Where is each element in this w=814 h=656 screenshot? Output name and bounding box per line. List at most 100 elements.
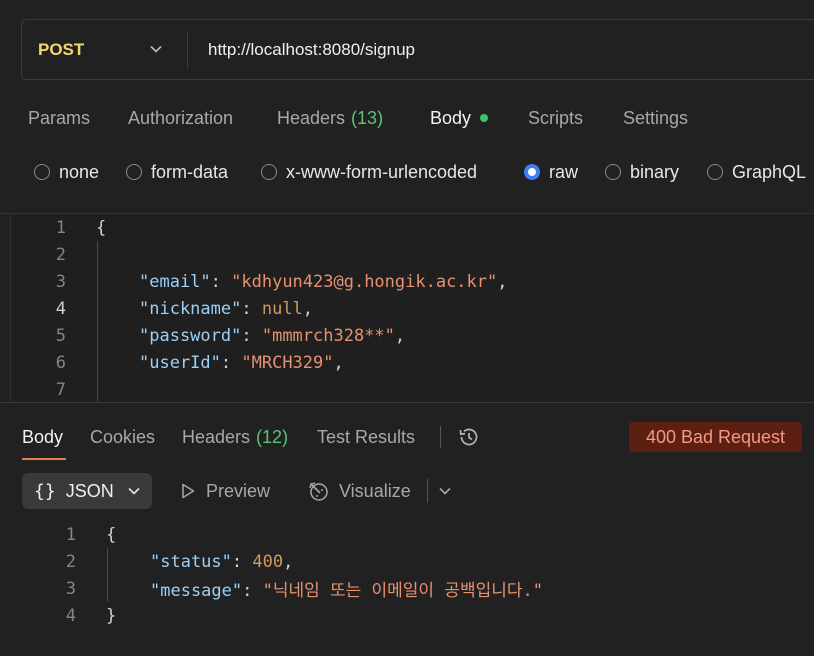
response-body-viewer[interactable]: 1 { 2 "status": 400, 3 "message": "닉네임 또…: [0, 521, 814, 633]
code-line: 1 {: [0, 521, 814, 548]
line-number: 6: [55, 352, 66, 373]
status-badge: 400 Bad Request: [629, 422, 802, 452]
radio-label: binary: [630, 161, 680, 182]
body-mode-options: none form-data x-www-form-urlencoded raw…: [0, 158, 814, 186]
url-separator: [187, 31, 188, 68]
format-dropdown[interactable]: {} JSON: [22, 473, 152, 509]
json-value: "kdhyun423@g.hongik.ac.kr": [231, 271, 498, 292]
play-icon: [182, 483, 195, 499]
line-number: 2: [65, 551, 76, 572]
tab-separator: [440, 426, 441, 448]
json-value: 400: [252, 551, 284, 572]
response-tab-body[interactable]: Body: [22, 420, 63, 454]
tab-label: Headers: [277, 107, 346, 128]
tab-label: Scripts: [528, 107, 584, 128]
tab-authorization[interactable]: Authorization: [128, 100, 233, 136]
tab-label: Settings: [623, 107, 689, 128]
method-label: POST: [38, 39, 85, 59]
code-text: "message": "닉네임 또는 이메일이 공백입니다.": [150, 581, 543, 601]
tab-scripts[interactable]: Scripts: [528, 100, 583, 136]
line-number: 7: [55, 379, 66, 400]
preview-label: Preview: [206, 480, 271, 501]
url-input[interactable]: http://localhost:8080/signup: [208, 20, 415, 79]
tab-label: Headers: [182, 426, 251, 447]
radio-label: none: [59, 161, 100, 182]
tab-body[interactable]: Body: [430, 100, 489, 136]
chevron-down-icon: [128, 487, 140, 495]
url-text: http://localhost:8080/signup: [208, 39, 415, 59]
radio-circle: [261, 164, 277, 180]
url-bar: POST http://localhost:8080/signup: [21, 19, 814, 80]
chevron-down-icon[interactable]: [147, 40, 165, 58]
code-line: 4 }: [0, 602, 814, 629]
visualize-button[interactable]: Visualize: [306, 473, 411, 509]
code-line: 2 "status": 400,: [0, 548, 814, 575]
code-text: "userId": "MRCH329",: [139, 352, 344, 373]
chevron-down-icon[interactable]: [436, 482, 454, 500]
radio-circle: [126, 164, 142, 180]
json-value: "닉네임 또는 이메일이 공백입니다.": [262, 581, 543, 601]
code-text: {: [96, 217, 107, 238]
code-line: 5 "password": "mmmrch328**",: [11, 322, 814, 349]
code-line: 2: [11, 241, 814, 268]
tab-headers[interactable]: Headers (13): [277, 100, 383, 136]
json-value: null: [261, 298, 303, 319]
radio-label: form-data: [151, 161, 229, 182]
headers-count: (12): [256, 426, 289, 447]
radio-x-www-form-urlencoded[interactable]: x-www-form-urlencoded: [261, 158, 477, 186]
radio-form-data[interactable]: form-data: [126, 158, 228, 186]
radio-circle: [707, 164, 723, 180]
line-number: 1: [55, 217, 66, 238]
line-number: 3: [55, 271, 66, 292]
line-number: 1: [65, 524, 76, 545]
line-number: 4: [65, 605, 76, 626]
braces-icon: {}: [34, 480, 56, 502]
tab-params[interactable]: Params: [28, 100, 90, 136]
tab-label: Authorization: [128, 107, 234, 128]
tab-label: Body: [430, 107, 472, 128]
code-text: "email": "kdhyun423@g.hongik.ac.kr",: [139, 271, 508, 292]
json-value: "mmmrch328**": [261, 325, 395, 346]
response-tabs: Body Cookies Headers (12) Test Results 40…: [0, 420, 814, 460]
code-text: "nickname": null,: [139, 298, 314, 319]
radio-binary[interactable]: binary: [605, 158, 679, 186]
code-line: 3 "email": "kdhyun423@g.hongik.ac.kr",: [11, 268, 814, 295]
code-text: "status": 400,: [150, 551, 294, 572]
code-line: 7: [11, 376, 814, 402]
response-tab-test-results[interactable]: Test Results: [317, 420, 415, 454]
body-indicator-dot: [480, 114, 489, 122]
request-body-editor[interactable]: 1 { 2 3 "email": "kdhyun423@g.hongik.ac.…: [10, 214, 814, 402]
json-key: "message": [150, 581, 243, 601]
json-key: "status": [150, 551, 232, 572]
format-label: JSON: [65, 480, 114, 501]
visualize-label: Visualize: [339, 480, 411, 501]
radio-none[interactable]: none: [34, 158, 99, 186]
radio-raw[interactable]: raw: [524, 158, 578, 186]
tab-label: Cookies: [90, 426, 156, 447]
json-key: "userId": [139, 352, 221, 373]
radio-circle: [34, 164, 50, 180]
radio-circle-selected: [524, 164, 540, 180]
json-key: "email": [139, 271, 211, 292]
line-number: 5: [55, 325, 66, 346]
toolbar-separator: [427, 479, 428, 503]
preview-button[interactable]: Preview: [179, 473, 270, 509]
code-text: }: [106, 605, 117, 626]
radio-circle: [605, 164, 621, 180]
method-select[interactable]: POST: [38, 20, 84, 79]
code-text: {: [106, 524, 117, 545]
radio-graphql[interactable]: GraphQL: [707, 158, 806, 186]
code-text: "password": "mmmrch328**",: [139, 325, 406, 346]
pane-divider[interactable]: [0, 402, 814, 403]
request-tabs: Params Authorization Headers (13) Body Sc…: [0, 100, 814, 136]
tab-label: Params: [28, 107, 91, 128]
json-value: "MRCH329": [241, 352, 334, 373]
code-line: 3 "message": "닉네임 또는 이메일이 공백입니다.": [0, 575, 814, 602]
history-icon[interactable]: [457, 425, 481, 449]
tab-label: Body: [22, 426, 64, 447]
tab-settings[interactable]: Settings: [623, 100, 688, 136]
response-tab-cookies[interactable]: Cookies: [90, 420, 155, 454]
response-tab-headers[interactable]: Headers (12): [182, 420, 288, 454]
line-number: 2: [55, 244, 66, 265]
code-line: 4 "nickname": null,: [11, 295, 814, 322]
